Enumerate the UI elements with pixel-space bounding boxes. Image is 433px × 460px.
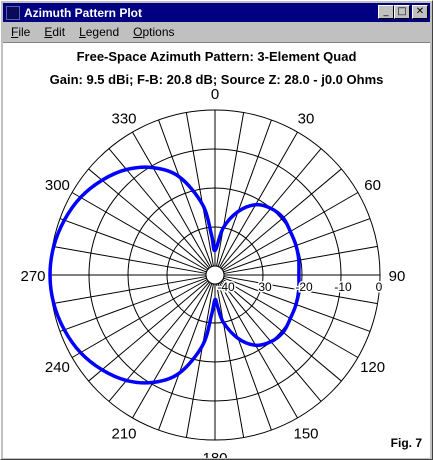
radial-tick-label: -20 [295,280,313,294]
minimize-button[interactable]: _ [378,5,394,19]
close-button[interactable]: ✕ [412,5,428,19]
spoke-line [88,168,209,270]
angle-tick-label: 120 [360,359,385,376]
spoke-line [59,277,207,332]
app-window: Azimuth Pattern Plot _ □ ✕ File Edit Leg… [0,0,433,460]
menu-mnemonic: O [133,25,143,39]
angle-tick-label: 180 [202,450,227,458]
spoke-line [216,112,245,267]
menu-options[interactable]: Options [125,25,180,39]
spoke-line [219,282,298,419]
angle-tick-label: 150 [293,426,318,443]
spoke-line [71,192,208,271]
radial-tick-label: -10 [334,280,352,294]
angle-tick-label: 210 [111,426,136,443]
angle-tick-label: 300 [45,177,70,194]
spoke-line [71,279,208,358]
spoke-line [88,280,209,382]
spoke-line [221,168,342,270]
menu-bar: File Edit Legend Options [3,23,430,41]
window-controls: _ □ ✕ [378,5,428,19]
menu-mnemonic: E [44,25,53,39]
angle-tick-label: 60 [364,177,381,194]
polar-plot: 0 30 60 90 120 150 180 210 240 270 300 330 -40 30 -20 -… [20,86,406,458]
radial-tick-label: -40 [217,280,235,294]
angle-tick-label: 90 [389,268,406,285]
angle-tick-label: 30 [298,110,315,127]
spoke-line [158,283,213,431]
menu-legend[interactable]: Legend [71,25,125,39]
spoke-line [216,283,245,438]
menu-mnemonic: L [79,25,86,39]
angle-tick-label: 0 [211,86,219,103]
spoke-line [108,148,210,269]
spoke-line [221,280,342,382]
spoke-line [59,218,207,273]
angle-tick-label: 270 [20,268,45,285]
maximize-button[interactable]: □ [394,5,410,19]
figure-label: Fig. 7 [390,436,422,450]
menu-edit[interactable]: Edit [36,25,71,39]
radial-tick-label: 30 [258,280,272,294]
plot-canvas: Free-Space Azimuth Pattern: 3-Element Qu… [3,42,430,458]
radial-tick-label: 0 [376,280,383,294]
spoke-line [217,283,272,431]
menu-mnemonic: F [11,25,19,39]
spoke-line [52,276,207,305]
spoke-line [158,119,213,267]
spoke-line [217,119,272,267]
angle-tick-label: 240 [45,359,70,376]
angle-tick-label: 330 [111,110,136,127]
title-bar[interactable]: Azimuth Pattern Plot _ □ ✕ [3,3,430,22]
spoke-line [52,245,207,274]
menu-file[interactable]: File [3,25,36,39]
window-title: Azimuth Pattern Plot [24,5,143,20]
spoke-line [108,281,210,402]
app-icon[interactable] [6,5,20,20]
spoke-line [219,131,298,268]
